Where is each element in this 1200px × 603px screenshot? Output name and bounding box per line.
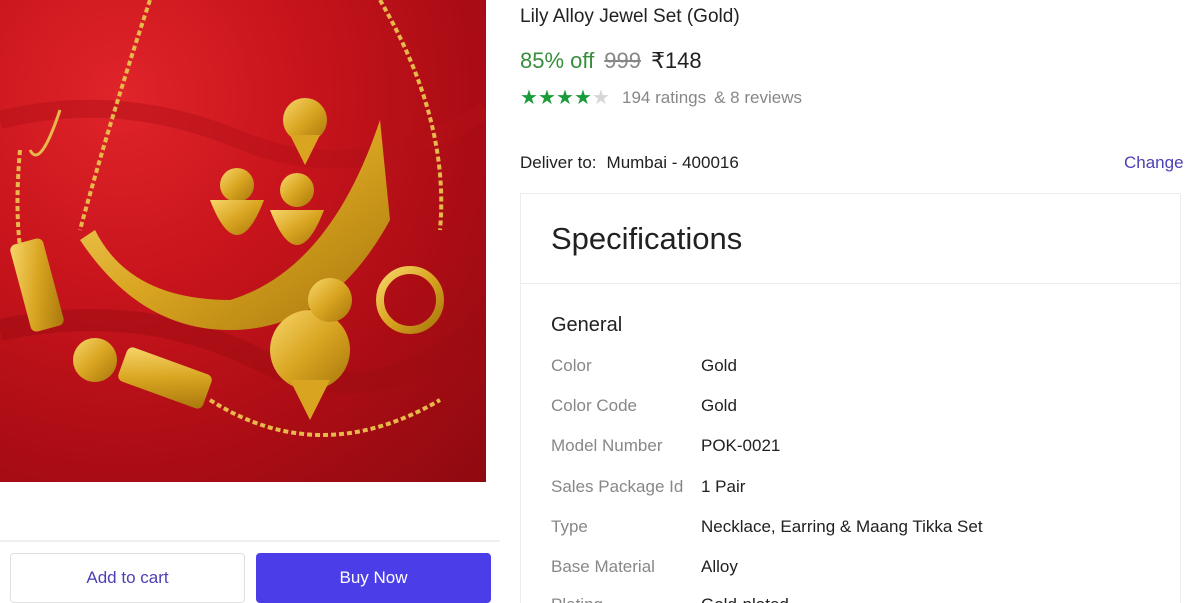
spec-row: Color Code Gold (551, 396, 737, 416)
spec-value: POK-0021 (701, 436, 781, 455)
spec-key: Model Number (551, 436, 663, 455)
spec-row: Base Material Alloy (551, 557, 738, 577)
specifications-panel: Specifications General Color Gold Color … (520, 193, 1181, 603)
spec-row: Plating Gold-plated (551, 595, 789, 603)
product-image[interactable] (0, 0, 486, 482)
jewelry-set-illustration (0, 0, 486, 437)
star-icon: ★ (574, 87, 592, 109)
spec-row: Color Gold (551, 356, 737, 376)
delivery-pincode: Mumbai - 400016 (606, 153, 739, 172)
star-icon: ★ (520, 87, 538, 109)
specifications-header: Specifications (521, 194, 1180, 284)
original-price: 999 (604, 48, 641, 73)
discount-badge: 85% off (520, 48, 595, 73)
spec-group-title: General (551, 314, 623, 336)
rating-summary[interactable]: ★ ★ ★ ★ ★ 194 ratings & 8 reviews (520, 88, 802, 108)
spec-row: Sales Package Id 1 Pair (551, 477, 745, 497)
star-icon: ★ (556, 87, 574, 109)
reviews-count: & 8 reviews (714, 88, 802, 107)
deliver-to-label: Deliver to: (520, 153, 597, 172)
specifications-title: Specifications (551, 220, 743, 256)
spec-value: Gold (701, 356, 737, 375)
star-icon: ★ (538, 87, 556, 109)
spec-key: Base Material (551, 557, 655, 576)
price-row: 85% off 999 ₹148 (520, 48, 702, 74)
spec-row: Type Necklace, Earring & Maang Tikka Set (551, 517, 983, 537)
spec-key: Color (551, 356, 592, 375)
ratings-count: 194 ratings (622, 88, 707, 107)
spec-value: Gold-plated (701, 595, 789, 603)
change-location-link[interactable]: Change (1124, 153, 1184, 173)
product-title: Lily Alloy Jewel Set (Gold) (520, 6, 740, 27)
selling-price: ₹148 (650, 48, 702, 73)
spec-key: Color Code (551, 396, 637, 415)
star-rating: ★ ★ ★ ★ ★ (520, 88, 610, 108)
spec-key: Type (551, 517, 588, 536)
spec-value: 1 Pair (701, 477, 746, 496)
action-bar-divider (0, 540, 500, 542)
add-to-cart-button[interactable]: Add to cart (10, 553, 245, 603)
star-empty-icon: ★ (592, 87, 610, 109)
buy-now-button[interactable]: Buy Now (256, 553, 491, 603)
spec-key: Sales Package Id (551, 477, 684, 496)
spec-value: Alloy (701, 557, 738, 576)
spec-value: Necklace, Earring & Maang Tikka Set (701, 517, 983, 536)
delivery-location: Deliver to: Mumbai - 400016 (520, 153, 739, 173)
spec-key: Plating (551, 595, 701, 603)
spec-row: Model Number POK-0021 (551, 436, 780, 456)
spec-value: Gold (701, 396, 737, 415)
